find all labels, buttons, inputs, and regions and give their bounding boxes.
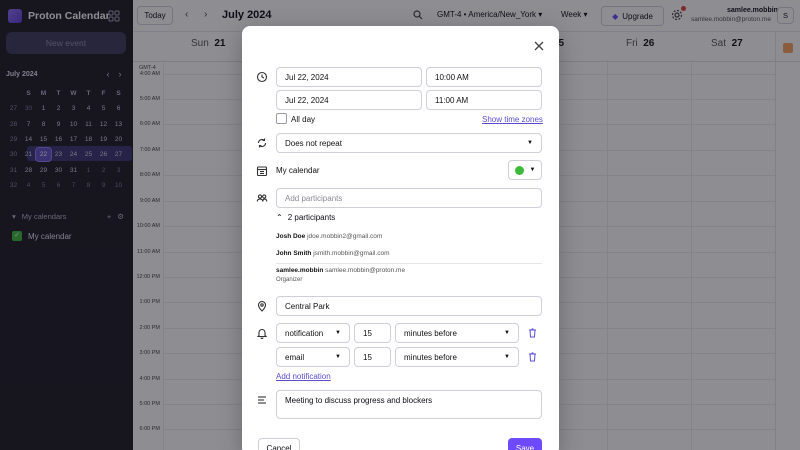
notification-unit-value: minutes before (404, 328, 457, 338)
description-textarea[interactable]: Meeting to discuss progress and blockers (276, 390, 542, 419)
start-time-input[interactable]: 10:00 AM (426, 67, 542, 87)
notification-type-value: notification (285, 328, 324, 338)
calendar-color-select[interactable]: ▼ (508, 160, 542, 180)
organizer-email: samlee.mobbin@proton.me (325, 267, 406, 274)
show-time-zones-link[interactable]: Show time zones (482, 115, 543, 124)
trash-icon[interactable] (528, 352, 537, 362)
all-day-label[interactable]: All day (291, 115, 315, 124)
notification-type-select[interactable]: notification ▼ (276, 323, 350, 343)
organizer-name: samlee.mobbin (276, 267, 324, 274)
participant-name: John Smith (276, 250, 312, 257)
end-date-value: Jul 22, 2024 (285, 95, 329, 105)
notification-unit-select[interactable]: minutes before ▼ (395, 347, 519, 367)
caret-down-icon: ▼ (335, 330, 341, 336)
organizer-role: Organizer (276, 277, 303, 283)
caret-down-icon: ▼ (527, 140, 533, 146)
notification-unit-select[interactable]: minutes before ▼ (395, 323, 519, 343)
repeat-select[interactable]: Does not repeat ▼ (276, 133, 542, 153)
bell-icon (256, 329, 268, 339)
close-icon[interactable] (533, 40, 545, 52)
save-button[interactable]: Save (508, 438, 542, 450)
cancel-button[interactable]: Cancel (258, 438, 300, 450)
location-value: Central Park (285, 301, 330, 311)
participant-item[interactable]: Josh Doe jdoe.mobbin2@gmail.com (276, 233, 382, 240)
description-icon (258, 396, 266, 404)
participant-email: jsmith.mobbin@gmail.com (313, 250, 390, 257)
chevron-up-icon: ⌃ (276, 213, 283, 222)
add-notification-link[interactable]: Add notification (276, 372, 331, 381)
color-dot-icon (514, 165, 524, 175)
notification-type-select[interactable]: email ▼ (276, 347, 350, 367)
notification-amount-input[interactable]: 15 (354, 347, 391, 367)
end-time-value: 11:00 AM (435, 95, 469, 105)
calendar-label: My calendar (276, 166, 320, 175)
end-time-input[interactable]: 11:00 AM (426, 90, 542, 110)
end-date-input[interactable]: Jul 22, 2024 (276, 90, 422, 110)
start-time-value: 10:00 AM (435, 72, 469, 82)
caret-down-icon: ▼ (504, 330, 510, 336)
notification-amount-value: 15 (363, 328, 372, 338)
participants-divider (276, 263, 542, 264)
notification-amount-value: 15 (363, 352, 372, 362)
repeat-value: Does not repeat (285, 138, 342, 148)
organizer-item: samlee.mobbin samlee.mobbin@proton.me (276, 267, 405, 274)
participant-name: Josh Doe (276, 233, 306, 240)
notification-unit-value: minutes before (404, 352, 457, 362)
description-value: Meeting to discuss progress and blockers (285, 396, 433, 405)
participant-email: jdoe.mobbin2@gmail.com (307, 233, 383, 240)
participants-toggle[interactable]: ⌃ 2 participants (276, 213, 335, 222)
caret-down-icon: ▼ (529, 167, 536, 173)
start-date-input[interactable]: Jul 22, 2024 (276, 67, 422, 87)
participants-count: 2 participants (287, 213, 336, 222)
add-participants-input[interactable]: Add participants (276, 188, 542, 208)
clock-icon (256, 71, 268, 83)
event-modal: Jul 22, 2024 10:00 AM Jul 22, 2024 11:00… (242, 26, 559, 450)
participants-placeholder: Add participants (285, 193, 343, 203)
all-day-checkbox[interactable] (276, 113, 287, 124)
participant-item[interactable]: John Smith jsmith.mobbin@gmail.com (276, 250, 390, 257)
location-input[interactable]: Central Park (276, 296, 542, 316)
notification-amount-input[interactable]: 15 (354, 323, 391, 343)
caret-down-icon: ▼ (335, 354, 341, 360)
participants-icon (256, 194, 268, 202)
repeat-icon (257, 138, 267, 148)
calendar-icon (256, 166, 268, 177)
start-date-value: Jul 22, 2024 (285, 72, 329, 82)
location-pin-icon (257, 300, 267, 312)
notification-type-value: email (285, 352, 305, 362)
trash-icon[interactable] (528, 328, 537, 338)
caret-down-icon: ▼ (504, 354, 510, 360)
